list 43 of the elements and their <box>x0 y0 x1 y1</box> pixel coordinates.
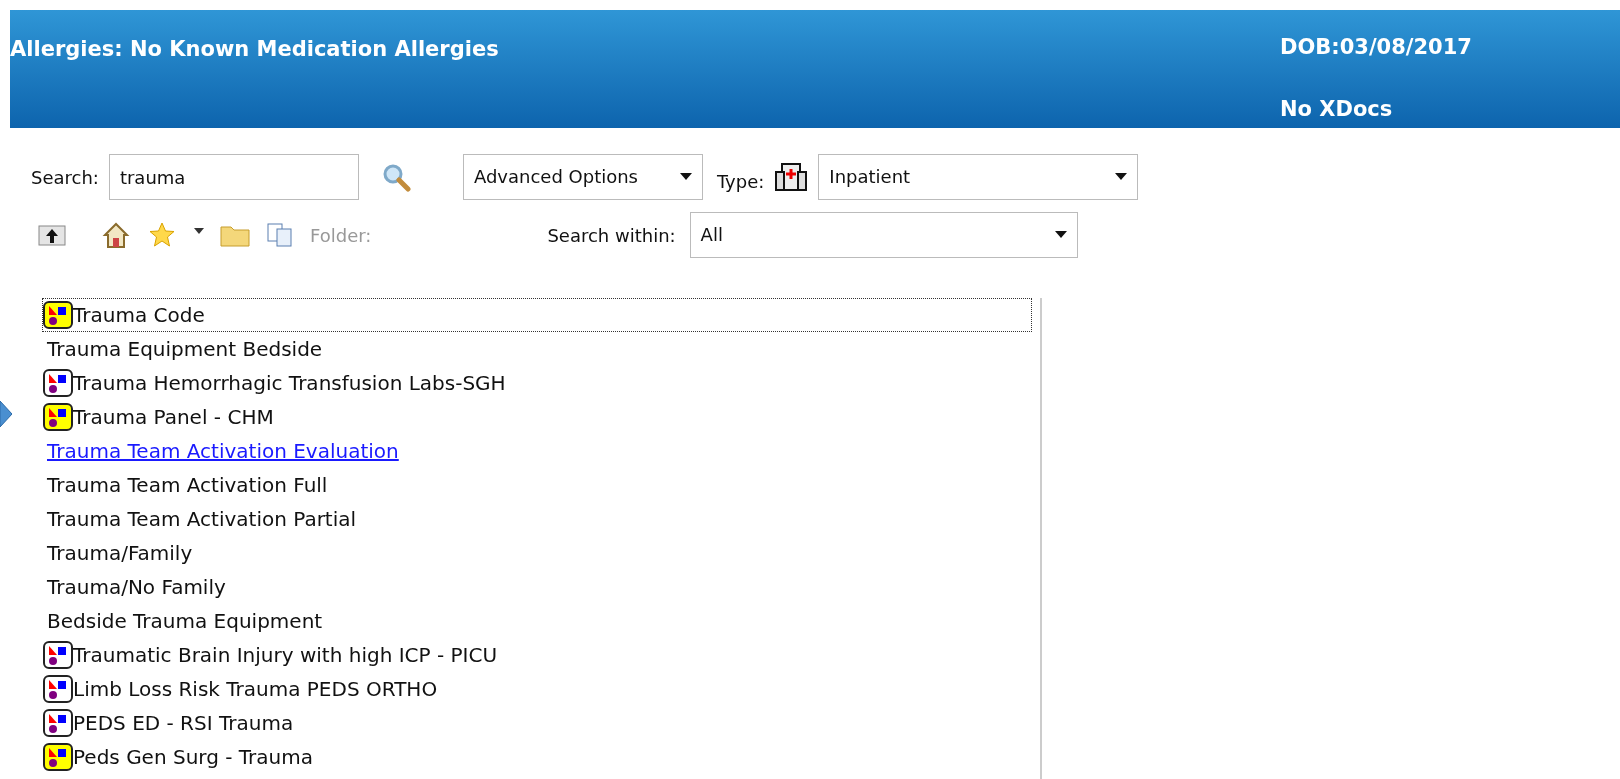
result-item[interactable]: Bedside Trauma Equipment <box>42 604 1032 638</box>
result-item[interactable]: Trauma Code <box>42 298 1032 332</box>
type-dropdown[interactable]: Inpatient <box>818 154 1139 200</box>
dropdown-caret-icon[interactable] <box>194 228 204 234</box>
star-icon[interactable] <box>148 221 176 249</box>
result-item[interactable]: Traumatic Brain Injury with high ICP - PICU <box>42 638 1032 672</box>
search-within-label: Search within: <box>547 223 676 248</box>
order-plan-icon <box>43 301 73 329</box>
search-within-dropdown[interactable]: All <box>689 212 1078 258</box>
folder-icon[interactable] <box>220 223 250 247</box>
allergies-text: Allergies: No Known Medication Allergies <box>10 37 499 61</box>
result-item[interactable]: Trauma/Family <box>42 536 1032 570</box>
order-plan-icon <box>43 641 73 669</box>
copy-icon[interactable] <box>266 222 294 248</box>
result-item[interactable]: Trauma Team Activation Partial <box>42 502 1032 536</box>
dob-text: DOB:03/08/2017 <box>1280 34 1473 61</box>
type-label: Type: <box>716 169 765 194</box>
result-item[interactable]: Peds Gen Surg - Trauma <box>42 740 1032 774</box>
order-plan-icon <box>43 709 73 737</box>
result-item[interactable]: Trauma Team Activation Full <box>42 468 1032 502</box>
folder-label: Folder: <box>310 223 372 248</box>
result-item[interactable]: Trauma Team Activation Evaluation <box>42 434 1032 468</box>
home-icon[interactable] <box>102 221 130 249</box>
order-plan-icon <box>43 743 73 771</box>
dropdown-caret-icon <box>1054 231 1067 238</box>
advanced-options-dropdown[interactable]: Advanced Options <box>462 154 703 200</box>
result-item[interactable]: Trauma Equipment Bedside <box>42 332 1032 366</box>
order-plan-icon <box>43 403 73 431</box>
search-field[interactable]: trauma <box>108 154 359 200</box>
xdocs-text: No XDocs <box>1280 95 1394 123</box>
order-plan-icon <box>43 369 73 397</box>
dropdown-caret-icon <box>1115 173 1128 180</box>
order-plan-icon <box>43 675 73 703</box>
result-item[interactable]: Trauma/No Family <box>42 570 1032 604</box>
search-label: Search: <box>31 165 99 190</box>
result-item[interactable]: Limb Loss Risk Trauma PEDS ORTHO <box>42 672 1032 706</box>
hospital-icon <box>774 162 809 192</box>
result-item[interactable]: Trauma Panel - CHM <box>42 400 1032 434</box>
dropdown-caret-icon <box>679 173 692 180</box>
arrow-icon <box>0 401 12 427</box>
result-item[interactable]: PEDS ED - RSI Trauma <box>42 706 1032 740</box>
up-folder-icon[interactable] <box>38 223 66 247</box>
result-item[interactable]: Trauma Hemorrhagic Transfusion Labs-SGH <box>42 366 1032 400</box>
